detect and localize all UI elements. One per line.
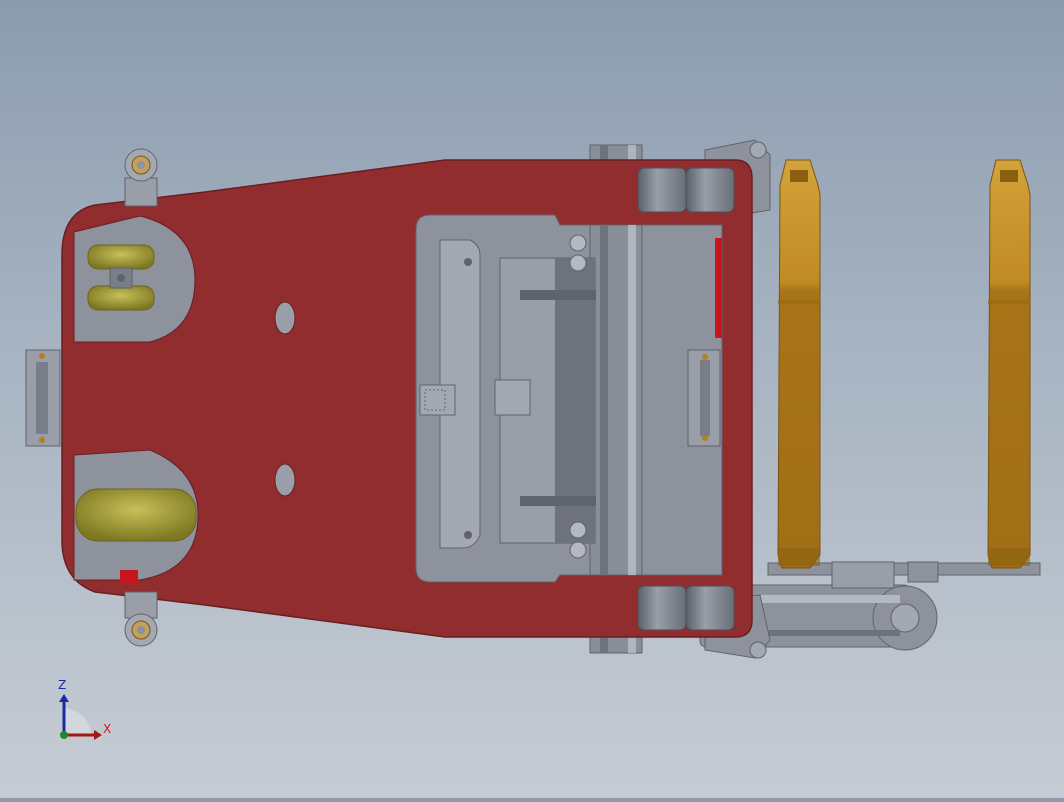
stabilizer-caster-bottom xyxy=(124,591,158,647)
cad-drawing xyxy=(25,139,1041,740)
carriage-plate xyxy=(494,257,596,544)
mast-rollers-bottom xyxy=(637,585,735,631)
slot-lower xyxy=(274,463,296,497)
left-mount-plate xyxy=(25,349,61,447)
red-strip xyxy=(715,238,722,338)
fork-right xyxy=(987,159,1031,569)
mast-rollers-top xyxy=(637,167,735,213)
fork-left xyxy=(777,159,821,569)
caster-pocket-upper xyxy=(73,215,196,343)
z-axis-label: Z xyxy=(58,678,67,692)
coordinate-triad xyxy=(59,694,102,740)
x-axis-label: X xyxy=(103,722,112,736)
right-mount-plate xyxy=(687,349,721,447)
cad-viewport[interactable]: Z X xyxy=(0,0,1064,798)
stabilizer-caster-top xyxy=(124,148,158,207)
slot-upper xyxy=(274,301,296,335)
